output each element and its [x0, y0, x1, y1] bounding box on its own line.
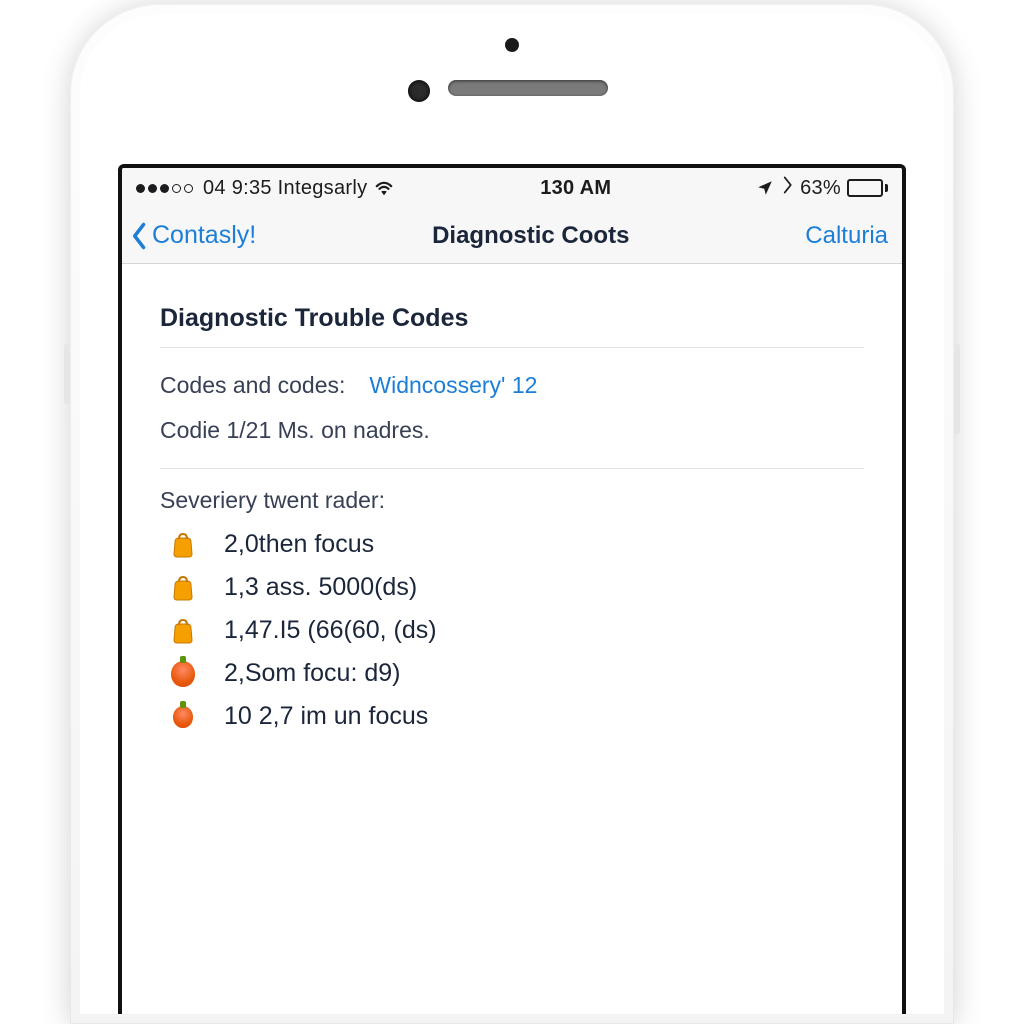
code-list: 2,0then focus 1,3 ass. 5000(ds) — [160, 524, 864, 731]
front-camera — [505, 38, 519, 52]
section-title: Diagnostic Trouble Codes — [160, 304, 864, 348]
severity-red-icon — [170, 660, 196, 688]
dtc-section: Diagnostic Trouble Codes Codes and codes… — [132, 282, 892, 731]
divider — [160, 468, 864, 469]
screen: 04 9:35 Integsarly 130 AM — [118, 164, 906, 1014]
card: Diagnostic Trouble Codes Codes and codes… — [132, 282, 892, 731]
nav-title: Diagnostic Coots — [256, 222, 805, 250]
signal-strength-icon — [136, 184, 193, 193]
list-item[interactable]: 2,Som focu: d9) — [170, 659, 864, 688]
status-bar: 04 9:35 Integsarly 130 AM — [122, 168, 902, 208]
status-left: 04 9:35 Integsarly — [136, 177, 395, 200]
list-item-text: 2,Som focu: d9) — [224, 659, 400, 688]
list-item[interactable]: 10 2,7 im un focus — [170, 702, 864, 731]
content: Diagnostic Trouble Codes Codes and codes… — [122, 264, 902, 1014]
status-time: 130 AM — [395, 177, 756, 200]
list-item[interactable]: 2,0then focus — [170, 530, 864, 559]
phone-body: 04 9:35 Integsarly 130 AM — [70, 4, 954, 1024]
nav-arrow-icon — [780, 176, 794, 200]
list-item-text: 10 2,7 im un focus — [224, 702, 428, 731]
list-item-text: 2,0then focus — [224, 530, 374, 559]
severity-red-icon — [170, 703, 196, 731]
severity-orange-icon — [170, 617, 196, 645]
severity-label: Severiery twent rader: — [160, 487, 864, 524]
list-item[interactable]: 1,3 ass. 5000(ds) — [170, 573, 864, 602]
list-item[interactable]: 1,47.I5 (66(60, (ds) — [170, 616, 864, 645]
wifi-icon — [373, 179, 395, 197]
battery-icon — [847, 179, 888, 197]
chevron-left-icon — [130, 221, 150, 251]
battery-percent: 63% — [800, 177, 841, 200]
nav-bar: Contasly! Diagnostic Coots Calturia — [122, 208, 902, 264]
codes-subline: Codie 1/21 Ms. on nadres. — [160, 399, 864, 444]
location-icon — [756, 179, 774, 197]
list-item-text: 1,47.I5 (66(60, (ds) — [224, 616, 437, 645]
proximity-sensor — [408, 80, 430, 102]
carrier-text: 04 9:35 Integsarly — [203, 177, 367, 200]
status-right: 63% — [756, 176, 888, 200]
codes-link[interactable]: Widncossery' 12 — [369, 372, 537, 399]
nav-right-button[interactable]: Calturia — [805, 222, 894, 250]
list-item-text: 1,3 ass. 5000(ds) — [224, 573, 417, 602]
codes-row: Codes and codes: Widncossery' 12 — [160, 348, 864, 399]
earpiece-speaker — [448, 80, 608, 96]
severity-orange-icon — [170, 531, 196, 559]
codes-label: Codes and codes: — [160, 372, 345, 399]
severity-orange-icon — [170, 574, 196, 602]
phone-hardware-top — [80, 14, 944, 144]
back-label: Contasly! — [152, 221, 256, 250]
back-button[interactable]: Contasly! — [130, 221, 256, 251]
phone-inner: 04 9:35 Integsarly 130 AM — [80, 14, 944, 1014]
